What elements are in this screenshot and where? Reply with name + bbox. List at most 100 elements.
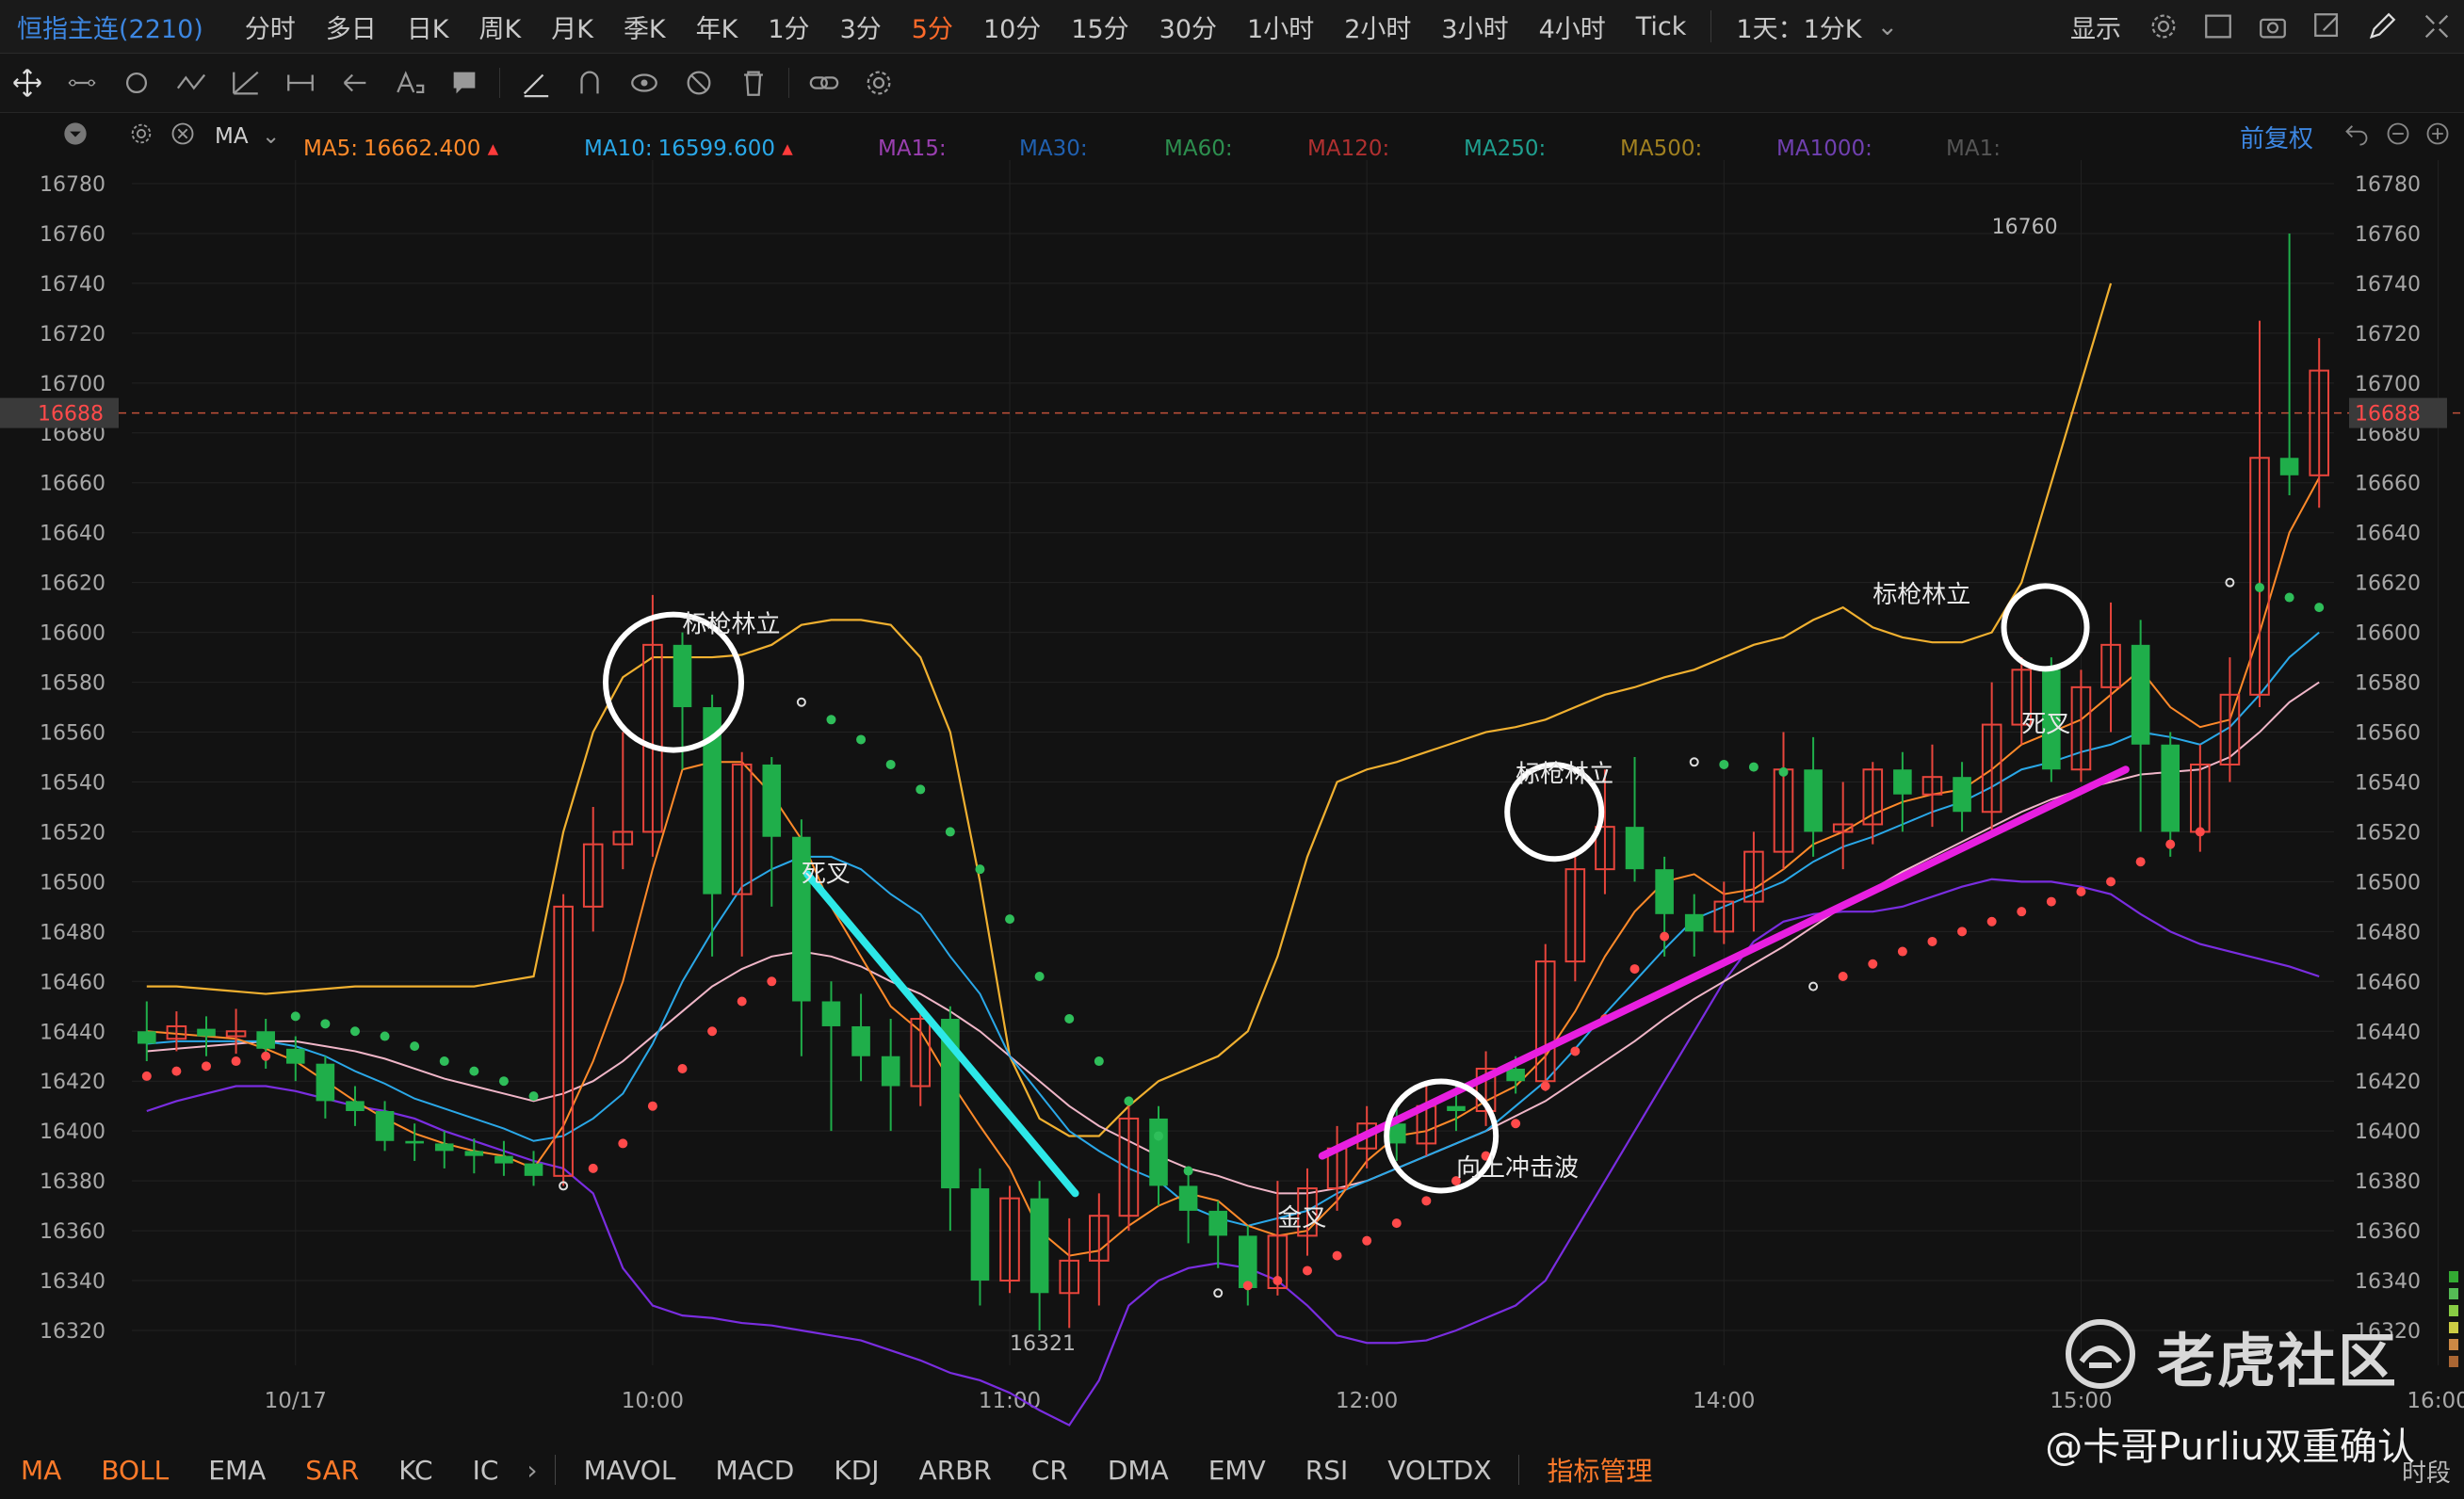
hide-icon[interactable] bbox=[683, 67, 715, 99]
period-tab-11[interactable]: 15分 bbox=[1071, 8, 1128, 45]
sar-dot bbox=[261, 1051, 271, 1061]
candle-body-down bbox=[1178, 1185, 1198, 1211]
period-tab-14[interactable]: 2小时 bbox=[1344, 8, 1411, 45]
y-tick-label-right: 16560 bbox=[2355, 722, 2421, 746]
period-tab-1[interactable]: 多日 bbox=[326, 8, 377, 45]
indicator-tab-0[interactable]: MA bbox=[21, 1455, 61, 1486]
period-tab-17[interactable]: Tick bbox=[1636, 12, 1687, 41]
camera-icon[interactable] bbox=[2257, 10, 2289, 42]
tiger-logo-icon bbox=[2063, 1316, 2138, 1395]
period-tab-3[interactable]: 周K bbox=[479, 8, 522, 45]
period-tab-5[interactable]: 季K bbox=[624, 8, 666, 45]
sar-dot bbox=[1986, 916, 1997, 927]
ma-indicator-name[interactable]: MA bbox=[215, 124, 249, 149]
brush-icon[interactable] bbox=[519, 67, 551, 99]
y-tick-label-right: 16700 bbox=[2355, 373, 2421, 396]
sar-dot bbox=[1868, 959, 1878, 969]
indicator-tab-5[interactable]: IC bbox=[473, 1455, 499, 1486]
cycle-tool-icon[interactable] bbox=[121, 67, 153, 99]
indicator-tab-14[interactable]: VOLTDX bbox=[1387, 1455, 1491, 1486]
measure-tool-icon[interactable] bbox=[284, 67, 316, 99]
edit-icon[interactable] bbox=[2311, 10, 2343, 42]
indicator-tab-7[interactable]: MACD bbox=[715, 1455, 794, 1486]
comment-icon[interactable] bbox=[448, 67, 480, 99]
sar-dot bbox=[320, 1019, 331, 1029]
indicator-tab-1[interactable]: BOLL bbox=[101, 1455, 169, 1486]
indicator-tab-9[interactable]: ARBR bbox=[919, 1455, 992, 1486]
time-segment-label[interactable]: 时段 bbox=[2402, 1454, 2451, 1489]
sar-dot bbox=[1957, 927, 1968, 937]
indicator-tab-13[interactable]: RSI bbox=[1305, 1455, 1349, 1486]
sar-dot bbox=[1362, 1235, 1372, 1246]
chevron-down-icon[interactable]: ⌄ bbox=[1876, 12, 1898, 41]
gear-icon[interactable] bbox=[863, 67, 895, 99]
indicator-tab-10[interactable]: CR bbox=[1031, 1455, 1068, 1486]
layout-icon[interactable] bbox=[2202, 10, 2234, 42]
period-tab-16[interactable]: 4小时 bbox=[1539, 8, 1606, 45]
indicator-tab-12[interactable]: EMV bbox=[1208, 1455, 1266, 1486]
ma-pink-line bbox=[146, 681, 2320, 1195]
period-tab-8[interactable]: 3分 bbox=[840, 8, 882, 45]
segment-tool-icon[interactable] bbox=[66, 67, 98, 99]
text-tool-icon[interactable] bbox=[394, 67, 426, 99]
up-arrow-icon: ▴ bbox=[480, 137, 499, 161]
y-tick-label-left: 16720 bbox=[40, 323, 105, 347]
indicator-tab-3[interactable]: SAR bbox=[305, 1455, 359, 1486]
period-tab-7[interactable]: 1分 bbox=[768, 8, 809, 45]
indicator-tab-2[interactable]: EMA bbox=[208, 1455, 266, 1486]
close-icon[interactable] bbox=[170, 121, 196, 153]
instrument-title[interactable]: 恒指主连(2210) bbox=[17, 8, 203, 45]
y-tick-label-left: 16440 bbox=[40, 1021, 105, 1044]
display-menu[interactable]: 显示 bbox=[2070, 8, 2121, 45]
chevron-right-icon[interactable]: › bbox=[527, 1455, 537, 1486]
wave-tool-icon[interactable] bbox=[175, 67, 207, 99]
zoom-out-icon[interactable] bbox=[2385, 121, 2411, 153]
current-price-label-left: 16688 bbox=[38, 403, 104, 427]
gear-icon[interactable] bbox=[2148, 10, 2180, 42]
sar-dot bbox=[1897, 946, 1907, 957]
period-tab-0[interactable]: 分时 bbox=[245, 8, 296, 45]
fib-tool-icon[interactable] bbox=[230, 67, 262, 99]
chevron-down-icon[interactable]: ⌄ bbox=[262, 124, 280, 149]
candle-body-down bbox=[494, 1155, 513, 1164]
indicator-tab-8[interactable]: KDJ bbox=[834, 1455, 879, 1486]
compare-selector[interactable]: 1天：1分K bbox=[1736, 8, 1861, 45]
indicator-tab-6[interactable]: MAVOL bbox=[584, 1455, 676, 1486]
period-tab-15[interactable]: 3小时 bbox=[1441, 8, 1508, 45]
y-tick-label-left: 16780 bbox=[40, 173, 105, 197]
ma-legend-item: MA1: bbox=[1946, 137, 2006, 161]
period-tab-4[interactable]: 月K bbox=[551, 8, 593, 45]
period-tab-10[interactable]: 10分 bbox=[983, 8, 1041, 45]
pencil-icon[interactable] bbox=[2366, 10, 2398, 42]
undo-icon[interactable] bbox=[2343, 121, 2370, 153]
gear-icon[interactable] bbox=[128, 121, 154, 153]
eye-icon[interactable] bbox=[628, 67, 660, 99]
fullscreen-icon[interactable] bbox=[2421, 10, 2453, 42]
link-icon[interactable] bbox=[808, 67, 840, 99]
period-tab-6[interactable]: 年K bbox=[696, 8, 738, 45]
magnet-icon[interactable] bbox=[574, 67, 606, 99]
collapse-icon[interactable] bbox=[62, 121, 89, 153]
period-tab-9[interactable]: 5分 bbox=[912, 8, 953, 45]
sar-dot bbox=[141, 1071, 152, 1081]
zoom-in-icon[interactable] bbox=[2424, 121, 2451, 153]
arrow-left-icon[interactable] bbox=[339, 67, 371, 99]
indicator-tab-15[interactable]: 指标管理 bbox=[1548, 1451, 1653, 1489]
sar-dot bbox=[439, 1056, 449, 1067]
trash-icon[interactable] bbox=[738, 67, 770, 99]
move-icon[interactable] bbox=[11, 67, 43, 99]
sar-dot bbox=[885, 759, 896, 769]
boll-upper-line bbox=[146, 282, 2113, 1137]
price-chart[interactable]: 16320 1632016340 1634016360 1636016380 16380… bbox=[0, 160, 2464, 1441]
indicator-tab-4[interactable]: KC bbox=[398, 1455, 432, 1486]
period-tab-12[interactable]: 30分 bbox=[1159, 8, 1217, 45]
indicator-tab-11[interactable]: DMA bbox=[1108, 1455, 1169, 1486]
period-tab-13[interactable]: 1小时 bbox=[1247, 8, 1314, 45]
chart-annotation: 向上冲击波 bbox=[1456, 1154, 1579, 1183]
candle-body-down bbox=[138, 1031, 156, 1044]
period-tab-2[interactable]: 日K bbox=[407, 8, 449, 45]
sar-dot bbox=[2046, 896, 2056, 907]
candle-body-down bbox=[256, 1031, 275, 1049]
adjust-mode[interactable]: 前复权 bbox=[2240, 120, 2313, 154]
candle-body-down bbox=[1893, 769, 1912, 795]
